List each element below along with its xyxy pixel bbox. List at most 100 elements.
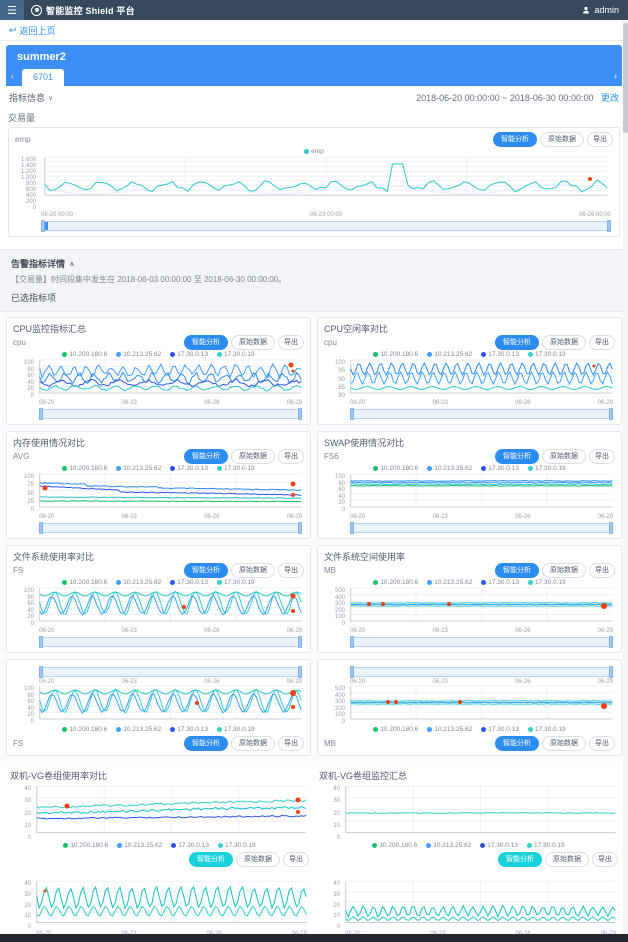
datazoom-slider[interactable] xyxy=(39,523,302,533)
legend-item[interactable]: 17.30.0.19 xyxy=(218,842,256,849)
hamburger-menu-icon[interactable]: ☰ xyxy=(0,0,24,20)
datazoom-handle-right[interactable] xyxy=(298,666,302,678)
legend-item[interactable]: 10.200.180.6 xyxy=(62,351,107,358)
raw-data-button[interactable]: 原始数据 xyxy=(542,449,586,464)
analyze-button[interactable]: 智能分析 xyxy=(498,852,542,867)
export-button[interactable]: 导出 xyxy=(589,449,615,464)
legend-item[interactable]: 17.30.0.13 xyxy=(171,842,209,849)
legend-item[interactable]: 17.30.0.19 xyxy=(217,726,255,733)
scrollbar-thumb[interactable] xyxy=(623,23,628,133)
datazoom-handle-right[interactable] xyxy=(298,522,302,534)
legend-item[interactable]: 10.200.180.6 xyxy=(373,579,418,586)
datazoom-handle-left[interactable] xyxy=(39,636,43,648)
datazoom-handle-left[interactable] xyxy=(39,408,43,420)
legend-item[interactable]: 17.30.0.13 xyxy=(170,351,208,358)
export-button[interactable]: 导出 xyxy=(278,449,304,464)
datazoom-handle-right[interactable] xyxy=(298,408,302,420)
legend-item[interactable]: 10.213.25.62 xyxy=(426,842,471,849)
export-button[interactable]: 导出 xyxy=(589,335,615,350)
legend-item[interactable]: 10.213.25.62 xyxy=(117,842,162,849)
analyze-button[interactable]: 智能分析 xyxy=(495,449,539,464)
datazoom-handle-right[interactable] xyxy=(609,666,613,678)
analyze-button[interactable]: 智能分析 xyxy=(184,449,228,464)
datazoom-slider[interactable] xyxy=(41,221,611,231)
metric-info-dropdown[interactable]: 指标信息 ∨ xyxy=(9,91,53,104)
raw-data-button[interactable]: 原始数据 xyxy=(540,132,584,147)
legend-item[interactable]: 17.30.0.13 xyxy=(170,465,208,472)
legend-item[interactable]: 17.30.0.19 xyxy=(528,579,566,586)
legend-item[interactable]: 10.213.25.62 xyxy=(116,579,161,586)
tab-host[interactable]: 6701 xyxy=(22,69,64,86)
raw-data-button[interactable]: 原始数据 xyxy=(542,736,586,751)
legend-item[interactable]: 10.200.180.6 xyxy=(62,726,107,733)
analyze-button[interactable]: 智能分析 xyxy=(184,335,228,350)
datazoom-slider[interactable] xyxy=(39,409,302,419)
legend-item[interactable]: 10.200.180.6 xyxy=(373,465,418,472)
raw-data-button[interactable]: 原始数据 xyxy=(231,563,275,578)
legend-item[interactable]: 17.30.0.19 xyxy=(528,465,566,472)
tab-scroll-right-icon[interactable]: › xyxy=(614,71,617,81)
datazoom-handle-right[interactable] xyxy=(609,408,613,420)
datazoom-handle-right[interactable] xyxy=(609,522,613,534)
user-menu[interactable]: admin xyxy=(582,5,619,15)
datazoom-handle-left[interactable] xyxy=(350,408,354,420)
datazoom-handle-left[interactable] xyxy=(350,636,354,648)
legend-item[interactable]: 17.30.0.19 xyxy=(217,579,255,586)
analyze-button[interactable]: 智能分析 xyxy=(184,563,228,578)
legend-item[interactable]: 17.30.0.19 xyxy=(217,351,255,358)
legend-item[interactable]: 10.200.180.6 xyxy=(372,842,417,849)
collapse-icon[interactable]: ∧ xyxy=(69,260,75,268)
legend-item[interactable]: 17.30.0.19 xyxy=(528,726,566,733)
legend-item[interactable]: 10.213.25.62 xyxy=(116,351,161,358)
legend-item[interactable]: 17.30.0.19 xyxy=(528,351,566,358)
analyze-button[interactable]: 智能分析 xyxy=(495,335,539,350)
legend-item[interactable]: 10.213.25.62 xyxy=(427,579,472,586)
legend-item[interactable]: 10.200.180.6 xyxy=(62,465,107,472)
raw-data-button[interactable]: 原始数据 xyxy=(236,852,280,867)
datazoom-slider[interactable] xyxy=(39,637,302,647)
legend-item[interactable]: 17.30.0.13 xyxy=(480,842,518,849)
analyze-button[interactable]: 智能分析 xyxy=(495,563,539,578)
export-button[interactable]: 导出 xyxy=(589,563,615,578)
datazoom-handle-left[interactable] xyxy=(39,666,43,678)
scrollbar-track[interactable] xyxy=(623,21,628,934)
export-button[interactable]: 导出 xyxy=(592,852,618,867)
export-button[interactable]: 导出 xyxy=(587,132,613,147)
datazoom-handle-right[interactable] xyxy=(609,636,613,648)
datazoom-handle-right[interactable] xyxy=(607,220,611,232)
datazoom-slider[interactable] xyxy=(39,667,302,677)
legend-item[interactable]: 10.213.25.62 xyxy=(427,726,472,733)
change-range-link[interactable]: 更改 xyxy=(601,93,619,103)
datazoom-handle-left[interactable] xyxy=(350,522,354,534)
legend-item[interactable]: 17.30.0.19 xyxy=(527,842,565,849)
export-button[interactable]: 导出 xyxy=(283,852,309,867)
analyze-button[interactable]: 智能分析 xyxy=(184,736,228,751)
raw-data-button[interactable]: 原始数据 xyxy=(542,563,586,578)
legend-item[interactable]: 17.30.0.13 xyxy=(481,726,519,733)
datazoom-slider[interactable] xyxy=(350,667,613,677)
analyze-button[interactable]: 智能分析 xyxy=(493,132,537,147)
datazoom-handle-right[interactable] xyxy=(298,636,302,648)
datazoom-slider[interactable] xyxy=(350,523,613,533)
raw-data-button[interactable]: 原始数据 xyxy=(545,852,589,867)
legend-item[interactable]: 17.30.0.13 xyxy=(170,579,208,586)
raw-data-button[interactable]: 原始数据 xyxy=(542,335,586,350)
export-button[interactable]: 导出 xyxy=(278,563,304,578)
datazoom-slider[interactable] xyxy=(350,637,613,647)
datazoom-handle-left[interactable] xyxy=(39,522,43,534)
datazoom-slider[interactable] xyxy=(350,409,613,419)
raw-data-button[interactable]: 原始数据 xyxy=(231,449,275,464)
analyze-button[interactable]: 智能分析 xyxy=(495,736,539,751)
legend-item[interactable]: 17.30.0.13 xyxy=(481,465,519,472)
legend-item[interactable]: emp xyxy=(304,148,324,155)
analyze-button[interactable]: 智能分析 xyxy=(189,852,233,867)
legend-item[interactable]: 17.30.0.13 xyxy=(481,579,519,586)
raw-data-button[interactable]: 原始数据 xyxy=(231,736,275,751)
raw-data-button[interactable]: 原始数据 xyxy=(231,335,275,350)
legend-item[interactable]: 10.213.25.62 xyxy=(427,351,472,358)
legend-item[interactable]: 17.30.0.13 xyxy=(170,726,208,733)
export-button[interactable]: 导出 xyxy=(278,335,304,350)
legend-item[interactable]: 10.200.180.6 xyxy=(373,351,418,358)
legend-item[interactable]: 10.200.180.6 xyxy=(373,726,418,733)
legend-item[interactable]: 10.200.180.6 xyxy=(62,579,107,586)
